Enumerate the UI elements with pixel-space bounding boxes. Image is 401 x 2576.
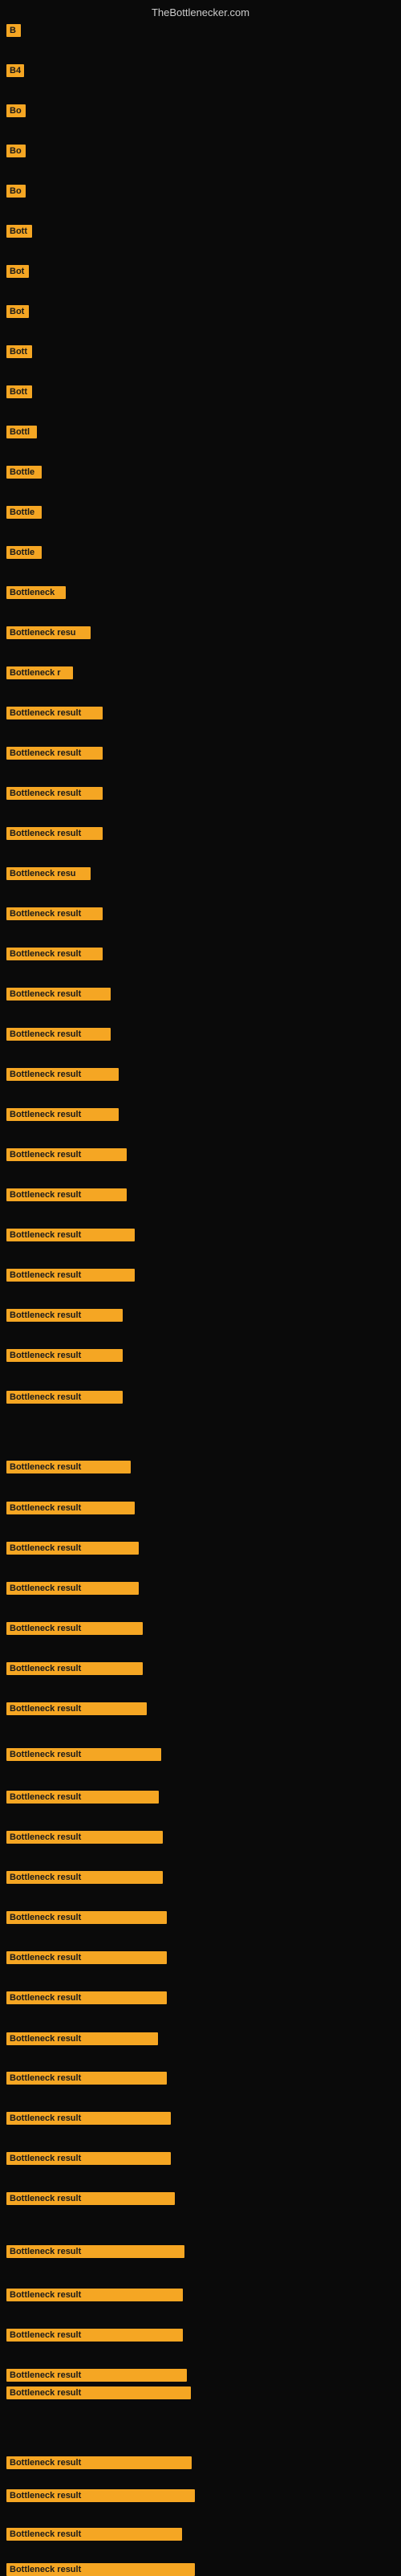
- bottleneck-label-23: Bottleneck result: [6, 907, 103, 920]
- bottleneck-label-3: Bo: [6, 104, 26, 117]
- bottleneck-label-20: Bottleneck result: [6, 787, 103, 800]
- bottleneck-label-60: Bottleneck result: [6, 2456, 192, 2469]
- bottleneck-label-4: Bo: [6, 145, 26, 157]
- bottleneck-label-5: Bo: [6, 185, 26, 198]
- bottleneck-label-15: Bottleneck: [6, 586, 66, 599]
- bottleneck-label-8: Bot: [6, 305, 29, 318]
- bottleneck-label-6: Bott: [6, 225, 32, 238]
- bottleneck-label-16: Bottleneck resu: [6, 626, 91, 639]
- bottleneck-label-52: Bottleneck result: [6, 2112, 171, 2125]
- bottleneck-label-35: Bottleneck result: [6, 1391, 123, 1404]
- bottleneck-label-25: Bottleneck result: [6, 988, 111, 1001]
- bottleneck-label-48: Bottleneck result: [6, 1951, 167, 1964]
- bottleneck-label-24: Bottleneck result: [6, 948, 103, 960]
- bottleneck-label-41: Bottleneck result: [6, 1662, 143, 1675]
- bottleneck-label-54: Bottleneck result: [6, 2192, 175, 2205]
- bottleneck-label-33: Bottleneck result: [6, 1309, 123, 1322]
- bottleneck-label-31: Bottleneck result: [6, 1229, 135, 1241]
- bottleneck-label-26: Bottleneck result: [6, 1028, 111, 1041]
- bottleneck-label-29: Bottleneck result: [6, 1148, 127, 1161]
- bottleneck-label-49: Bottleneck result: [6, 1991, 167, 2004]
- bottleneck-label-59: Bottleneck result: [6, 2386, 191, 2399]
- bottleneck-label-44: Bottleneck result: [6, 1791, 159, 1804]
- bottleneck-label-28: Bottleneck result: [6, 1108, 119, 1121]
- bottleneck-label-63: Bottleneck result: [6, 2563, 195, 2576]
- bottleneck-label-11: Bottl: [6, 426, 37, 438]
- bottleneck-label-17: Bottleneck r: [6, 666, 73, 679]
- bottleneck-label-1: B: [6, 24, 21, 37]
- bottleneck-label-46: Bottleneck result: [6, 1871, 163, 1884]
- bottleneck-label-27: Bottleneck result: [6, 1068, 119, 1081]
- bottleneck-label-13: Bottle: [6, 506, 42, 519]
- bottleneck-label-10: Bott: [6, 385, 32, 398]
- bottleneck-label-14: Bottle: [6, 546, 42, 559]
- bottleneck-label-40: Bottleneck result: [6, 1622, 143, 1635]
- bottleneck-label-7: Bot: [6, 265, 29, 278]
- bottleneck-label-18: Bottleneck result: [6, 707, 103, 719]
- bottleneck-label-2: B4: [6, 64, 24, 77]
- bottleneck-label-57: Bottleneck result: [6, 2329, 183, 2342]
- site-title: TheBottlenecker.com: [152, 6, 249, 18]
- bottleneck-label-36: Bottleneck result: [6, 1461, 131, 1473]
- bottleneck-label-51: Bottleneck result: [6, 2072, 167, 2085]
- bottleneck-label-56: Bottleneck result: [6, 2289, 183, 2301]
- bottleneck-label-42: Bottleneck result: [6, 1702, 147, 1715]
- bottleneck-label-50: Bottleneck result: [6, 2032, 158, 2045]
- bottleneck-label-47: Bottleneck result: [6, 1911, 167, 1924]
- bottleneck-label-39: Bottleneck result: [6, 1582, 139, 1595]
- bottleneck-label-37: Bottleneck result: [6, 1502, 135, 1514]
- bottleneck-label-30: Bottleneck result: [6, 1188, 127, 1201]
- bottleneck-label-32: Bottleneck result: [6, 1269, 135, 1282]
- bottleneck-label-12: Bottle: [6, 466, 42, 479]
- bottleneck-label-43: Bottleneck result: [6, 1748, 161, 1761]
- bottleneck-label-58: Bottleneck result: [6, 2369, 187, 2382]
- bottleneck-label-22: Bottleneck resu: [6, 867, 91, 880]
- bottleneck-label-53: Bottleneck result: [6, 2152, 171, 2165]
- bottleneck-label-61: Bottleneck result: [6, 2489, 195, 2502]
- bottleneck-label-21: Bottleneck result: [6, 827, 103, 840]
- bottleneck-label-55: Bottleneck result: [6, 2245, 184, 2258]
- bottleneck-label-38: Bottleneck result: [6, 1542, 139, 1555]
- bottleneck-label-9: Bott: [6, 345, 32, 358]
- bottleneck-label-62: Bottleneck result: [6, 2528, 182, 2541]
- bottleneck-label-45: Bottleneck result: [6, 1831, 163, 1844]
- bottleneck-label-19: Bottleneck result: [6, 747, 103, 760]
- bottleneck-label-34: Bottleneck result: [6, 1349, 123, 1362]
